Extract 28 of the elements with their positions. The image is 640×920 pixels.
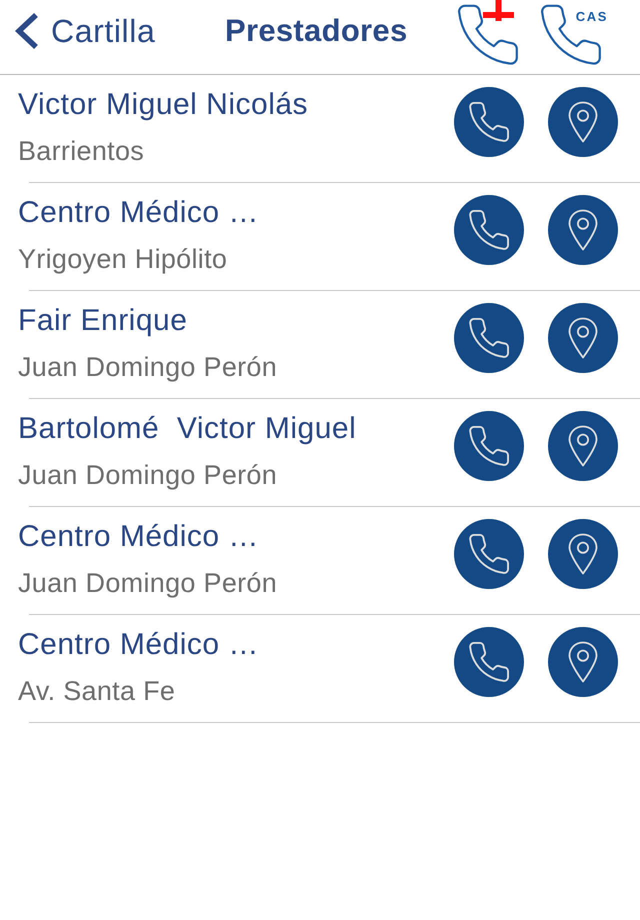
provider-name: Centro Médico … bbox=[18, 628, 259, 662]
phone-icon bbox=[469, 318, 509, 358]
map-pin-icon bbox=[568, 641, 598, 683]
map-pin-icon bbox=[568, 209, 598, 251]
provider-name: Centro Médico … bbox=[18, 520, 259, 554]
map-pin-icon bbox=[568, 533, 598, 575]
provider-address: Barrientos bbox=[18, 135, 144, 168]
call-button[interactable]: CAS bbox=[540, 0, 608, 66]
phone-icon bbox=[469, 210, 509, 250]
provider-address: Juan Domingo Perón bbox=[18, 351, 278, 384]
provider-name: Centro Médico … bbox=[18, 196, 259, 230]
provider-address: Juan Domingo Perón bbox=[18, 459, 278, 492]
phone-icon bbox=[469, 534, 509, 574]
map-pin-icon bbox=[568, 101, 598, 143]
provider-address: Av. Santa Fe bbox=[18, 675, 176, 708]
phone-icon bbox=[469, 102, 509, 142]
provider-address: Juan Domingo Perón bbox=[18, 567, 278, 600]
back-button[interactable]: Cartilla bbox=[14, 11, 164, 51]
phone-icon bbox=[469, 642, 509, 682]
map-pin-icon bbox=[568, 425, 598, 467]
screen-title: Prestadores bbox=[225, 13, 408, 49]
provider-name: Victor Miguel Nicolás bbox=[18, 88, 308, 122]
chevron-icon bbox=[14, 12, 40, 50]
provider-name: Fair Enrique bbox=[18, 304, 188, 338]
map-pin-icon bbox=[568, 317, 598, 359]
provider-name: Bartolomé Victor Miguel bbox=[18, 412, 356, 446]
phone-icon bbox=[469, 426, 509, 466]
provider-address: Yrigoyen Hipólito bbox=[18, 243, 228, 276]
